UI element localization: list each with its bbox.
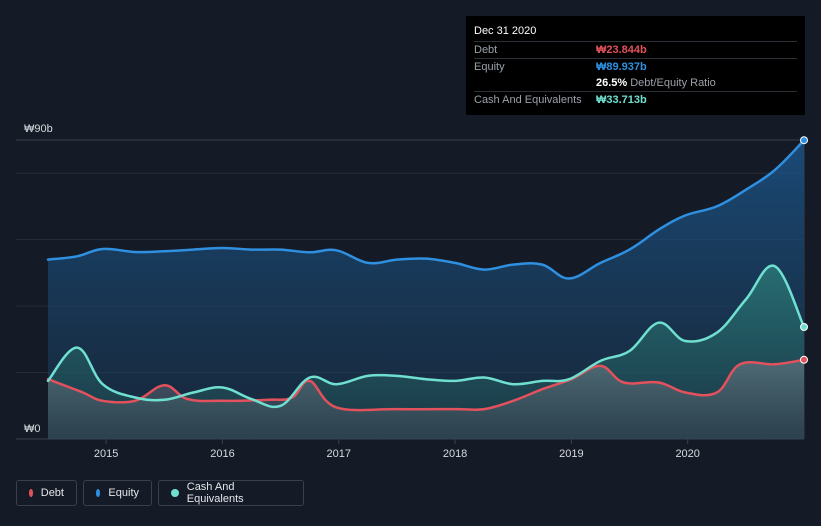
cash-and-equivalents-end-marker <box>800 322 808 331</box>
tooltip-cash-label: Cash And Equivalents <box>474 94 582 106</box>
legend-item-equity[interactable]: Equity <box>83 480 152 506</box>
tooltip-ratio: 26.5% Debt/Equity Ratio <box>596 75 716 91</box>
x-tick-label-2020: 2020 <box>675 448 699 460</box>
equity-end-marker <box>800 136 808 145</box>
debt-equity-chart: ₩90b ₩0 2015 2016 2017 2018 2019 2020 Dec 31 20… <box>0 0 821 526</box>
tooltip-ratio-label: Debt/Equity Ratio <box>630 77 716 89</box>
legend-item-cash[interactable]: Cash And Equivalents <box>158 480 304 506</box>
tooltip-equity-value: ₩89.937b <box>596 61 647 73</box>
tooltip-ratio-row: 26.5% Debt/Equity Ratio <box>474 75 797 91</box>
x-tick-label-2016: 2016 <box>210 448 234 460</box>
tooltip-cash-row: Cash And Equivalents ₩33.713b <box>474 91 797 108</box>
tooltip-debt-value: ₩23.844b <box>596 44 647 56</box>
legend-cash-dot-icon <box>171 489 179 497</box>
legend-debt-label: Debt <box>40 487 64 499</box>
x-tick-label-2018: 2018 <box>443 448 467 460</box>
legend-equity-dot-icon <box>96 489 101 497</box>
tooltip-debt-label: Debt <box>474 44 498 56</box>
legend-debt-dot-icon <box>29 489 33 497</box>
x-tick-label-2017: 2017 <box>327 448 351 460</box>
tooltip-equity-label: Equity <box>474 61 505 73</box>
tooltip-ratio-value: 26.5% <box>596 77 628 89</box>
x-tick-label-2019: 2019 <box>559 448 583 460</box>
tooltip-cash-value: ₩33.713b <box>596 94 647 106</box>
legend-equity-label: Equity <box>108 487 139 499</box>
tooltip-date: Dec 31 2020 <box>474 25 537 37</box>
data-tooltip: Dec 31 2020 Debt ₩23.844b Equity ₩89.937… <box>466 16 805 115</box>
debt-end-marker <box>800 355 808 364</box>
y-tick-label-zero: ₩0 <box>24 423 41 435</box>
legend-cash-label: Cash And Equivalents <box>186 481 244 505</box>
legend-item-debt[interactable]: Debt <box>16 480 77 506</box>
y-tick-label-max: ₩90b <box>24 123 53 135</box>
tooltip-equity-row: Equity ₩89.937b <box>474 58 797 75</box>
tooltip-debt-row: Debt ₩23.844b <box>474 41 797 58</box>
x-tick-label-2015: 2015 <box>94 448 118 460</box>
